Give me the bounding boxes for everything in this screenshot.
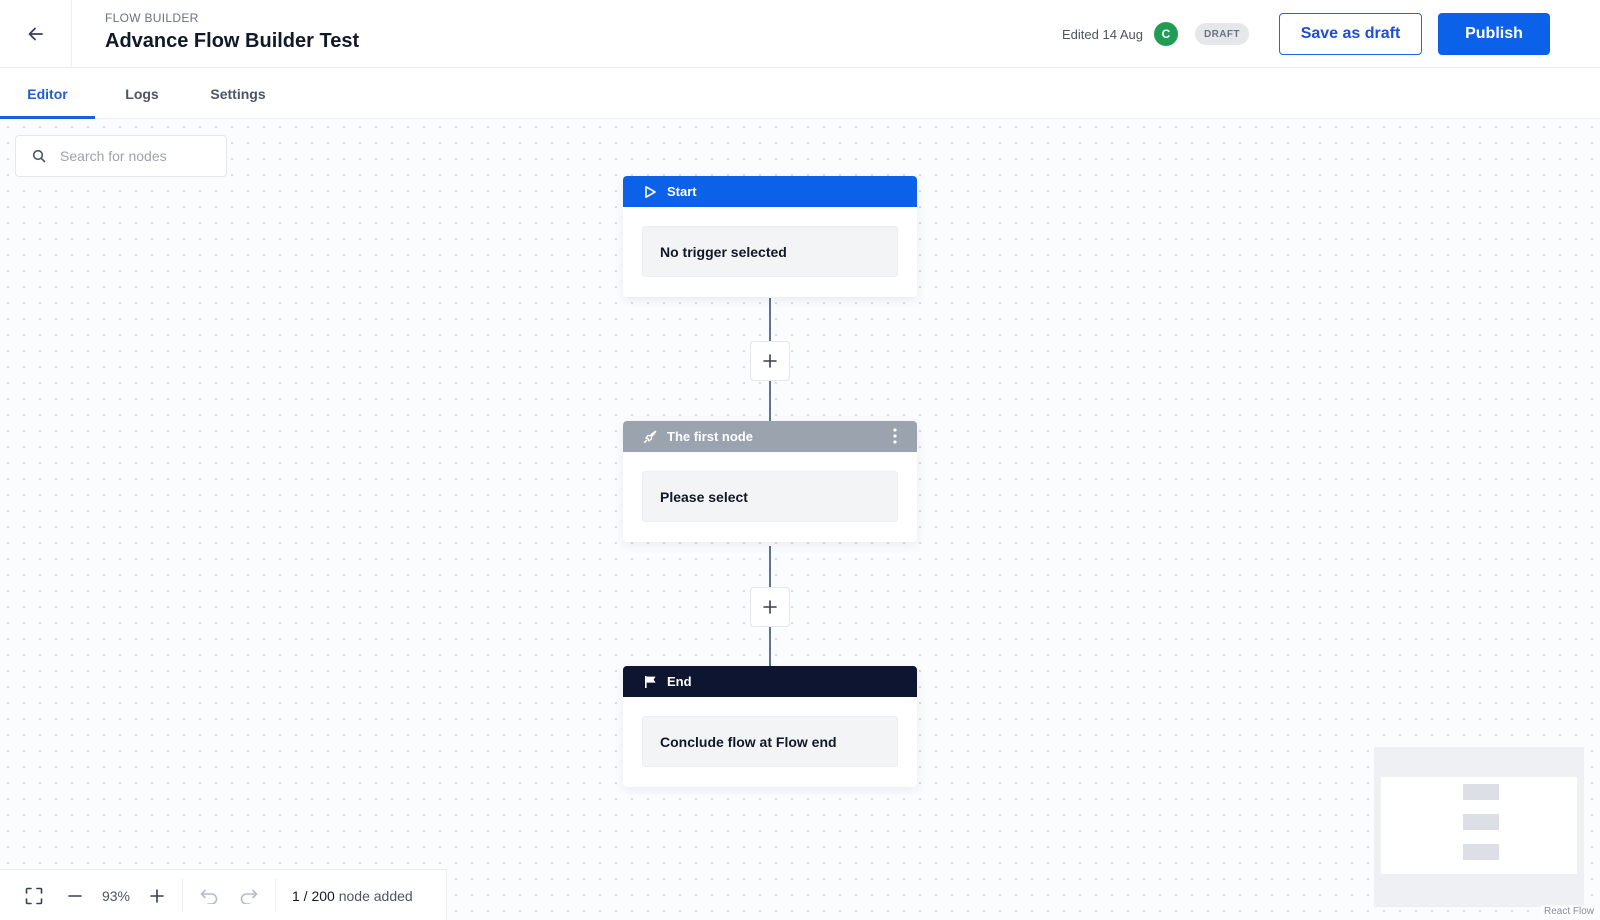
action-select[interactable]: Please select [642, 471, 898, 522]
add-node-button[interactable] [750, 587, 790, 627]
first-node-header: The first node [623, 421, 917, 452]
flag-icon [643, 675, 657, 689]
tab-bar: Editor Logs Settings [0, 68, 1600, 119]
node-count: 1 / 200 node added [292, 870, 413, 920]
divider [275, 879, 276, 912]
node-count-value: 1 / 200 [292, 887, 335, 904]
redo-button[interactable] [232, 870, 266, 920]
page-title: Advance Flow Builder Test [105, 30, 360, 52]
flow-canvas[interactable]: Start No trigger selected The first node… [0, 119, 1600, 920]
minimap-node [1463, 784, 1499, 800]
minus-icon [68, 894, 82, 897]
add-node-button[interactable] [750, 341, 790, 381]
status-badge: DRAFT [1195, 23, 1249, 45]
react-flow-attribution[interactable]: React Flow [1540, 905, 1597, 918]
node-count-label: node added [334, 887, 413, 904]
node-search [15, 135, 227, 177]
end-node-title: End [667, 674, 692, 689]
save-as-draft-button[interactable]: Save as draft [1279, 13, 1422, 55]
arrow-left-icon [28, 27, 43, 41]
first-node-title: The first node [667, 429, 753, 444]
undo-icon [200, 889, 218, 904]
breadcrumb: FLOW BUILDER [105, 11, 199, 25]
tab-settings[interactable]: Settings [198, 68, 278, 119]
end-action-select[interactable]: Conclude flow at Flow end [642, 716, 898, 767]
canvas-controls: 93% 1 / 200 node added [0, 869, 447, 920]
fullscreen-icon [25, 887, 43, 904]
minimap-node [1463, 844, 1499, 860]
zoom-level: 93% [101, 887, 131, 904]
rocket-icon [643, 430, 657, 444]
edited-timestamp: Edited 14 Aug [1062, 27, 1143, 42]
avatar[interactable]: C [1154, 22, 1178, 46]
more-options-icon[interactable] [893, 427, 897, 448]
zoom-out-button[interactable] [58, 870, 92, 920]
minimap[interactable] [1374, 747, 1584, 907]
start-node-header: Start [623, 176, 917, 207]
zoom-in-button[interactable] [140, 870, 174, 920]
plus-icon [763, 600, 777, 614]
redo-icon [240, 889, 258, 904]
trigger-select[interactable]: No trigger selected [642, 226, 898, 277]
divider [182, 879, 183, 912]
publish-button[interactable]: Publish [1438, 13, 1550, 55]
title-block: FLOW BUILDER Advance Flow Builder Test [105, 11, 359, 53]
plus-icon [763, 354, 777, 368]
end-node[interactable]: End Conclude flow at Flow end [623, 666, 917, 787]
undo-button[interactable] [192, 870, 226, 920]
search-icon [32, 149, 46, 163]
minimap-viewport[interactable] [1381, 777, 1577, 874]
end-node-header: End [623, 666, 917, 697]
plus-icon [150, 888, 164, 903]
fit-view-button[interactable] [14, 870, 54, 920]
back-button[interactable] [0, 0, 72, 68]
start-node[interactable]: Start No trigger selected [623, 176, 917, 297]
tab-logs[interactable]: Logs [110, 68, 174, 119]
first-node[interactable]: The first node Please select [623, 421, 917, 542]
start-node-title: Start [667, 184, 697, 199]
top-header: FLOW BUILDER Advance Flow Builder Test E… [0, 0, 1600, 68]
tab-editor[interactable]: Editor [0, 68, 95, 119]
search-input[interactable] [60, 148, 210, 164]
play-icon [643, 185, 657, 199]
minimap-node [1463, 814, 1499, 830]
